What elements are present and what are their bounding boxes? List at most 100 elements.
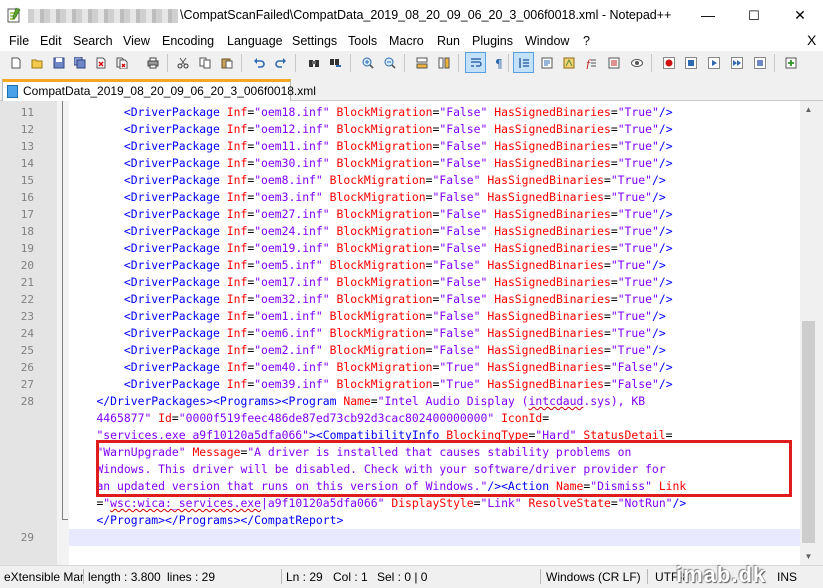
code-token: = [603, 326, 611, 340]
code-token: BlockMigration [336, 241, 433, 255]
status-eol[interactable]: Windows (CR LF) [546, 570, 641, 584]
code-token: BlockMigration [329, 190, 426, 204]
monitoring-icon[interactable] [628, 54, 644, 70]
code-line[interactable]: <DriverPackage Inf = "oem11.inf" BlockMigr… [69, 138, 673, 155]
code-line[interactable]: <DriverPackage Inf = "oem6.inf" BlockMigra… [69, 325, 666, 342]
status-line-number: Ln : 29 [286, 570, 323, 584]
code-token: "False" [432, 258, 481, 272]
redo-icon[interactable] [272, 54, 288, 70]
code-token: = [610, 139, 618, 153]
menu-window[interactable]: Window [525, 34, 569, 48]
save-all-icon[interactable] [71, 54, 87, 70]
menu-macro[interactable]: Macro [389, 34, 424, 48]
notepadplusplus-app-icon [7, 7, 21, 23]
plugin-icon[interactable] [782, 54, 798, 70]
code-token: BlockMigration [336, 224, 433, 238]
doc-map-icon[interactable] [560, 54, 576, 70]
code-token: = [610, 156, 618, 170]
function-list-icon[interactable]: f [582, 54, 598, 70]
code-token: Inf [226, 224, 248, 238]
code-token: HasSignedBinaries [487, 258, 604, 272]
record-macro-icon[interactable] [660, 54, 676, 70]
zoom-out-icon[interactable] [381, 54, 397, 70]
menu-file[interactable]: File [9, 34, 29, 48]
zoom-in-icon[interactable] [359, 54, 375, 70]
fold-margin[interactable] [57, 101, 69, 565]
code-line[interactable]: 4465877" Id="0000f519feec486de87ed73cb92… [69, 410, 549, 427]
find-icon[interactable] [305, 54, 321, 70]
code-line[interactable]: <DriverPackage Inf = "oem5.inf" BlockMigra… [69, 257, 666, 274]
undo-icon[interactable] [250, 54, 266, 70]
menu-search[interactable]: Search [73, 34, 113, 48]
menu-view[interactable]: View [123, 34, 150, 48]
code-line[interactable]: </Program></Programs></CompatReport> [69, 512, 343, 529]
cut-icon[interactable] [174, 54, 190, 70]
show-all-chars-icon[interactable]: ¶ [490, 54, 506, 70]
indent-guide-icon[interactable] [513, 52, 534, 73]
code-line[interactable]: </DriverPackages><Programs><Program Name… [69, 393, 645, 410]
paste-icon[interactable] [218, 54, 234, 70]
code-line[interactable]: <DriverPackage Inf = "oem8.inf" BlockMigra… [69, 172, 666, 189]
maximize-button[interactable]: ☐ [731, 0, 777, 31]
stop-macro-icon[interactable] [682, 54, 698, 70]
minimize-button[interactable]: — [685, 0, 731, 31]
folder-workspace-icon[interactable] [605, 54, 621, 70]
menu-edit[interactable]: Edit [40, 34, 62, 48]
code-line[interactable]: <DriverPackage Inf = "oem40.inf" BlockMigr… [69, 359, 673, 376]
code-line[interactable]: <DriverPackage Inf = "oem12.inf" BlockMigr… [69, 121, 673, 138]
menu-tools[interactable]: Tools [348, 34, 377, 48]
new-file-icon[interactable] [7, 54, 23, 70]
copy-icon[interactable] [196, 54, 212, 70]
code-line[interactable]: <DriverPackage Inf = "oem27.inf" BlockMigr… [69, 206, 673, 223]
menu-plugins[interactable]: Plugins [472, 34, 513, 48]
code-token: HasSignedBinaries [494, 241, 611, 255]
replace-icon[interactable] [327, 54, 343, 70]
code-token: "True" [610, 190, 652, 204]
sync-vertical-icon[interactable] [413, 54, 429, 70]
code-line[interactable]: <DriverPackage Inf = "oem1.inf" BlockMigra… [69, 308, 666, 325]
editor-area[interactable]: 11 <DriverPackage Inf = "oem18.inf" BlockM… [0, 101, 823, 565]
code-line[interactable]: <DriverPackage Inf = "oem39.inf" BlockMigr… [69, 376, 673, 393]
menu-language[interactable]: Language [227, 34, 283, 48]
scroll-up-arrow-icon[interactable]: ▲ [800, 101, 817, 118]
menu-encoding[interactable]: Encoding [162, 34, 214, 48]
code-token: <DriverPackage [123, 258, 220, 272]
close-window-button[interactable]: ✕ [777, 0, 823, 31]
code-line[interactable]: <DriverPackage Inf = "oem19.inf" BlockMigr… [69, 240, 673, 257]
open-file-icon[interactable] [28, 54, 44, 70]
scrollbar-thumb[interactable] [802, 321, 815, 543]
play-macro-icon[interactable] [705, 54, 721, 70]
code-token: BlockMigration [329, 343, 426, 357]
menu-settings[interactable]: Settings [292, 34, 337, 48]
code-line[interactable]: ="wsc:wica:_services.exe|a9f10120a5dfa06… [69, 495, 686, 512]
vertical-scrollbar[interactable]: ▲ ▼ [800, 101, 817, 565]
udl-icon[interactable] [538, 54, 554, 70]
status-insert-mode[interactable]: INS [777, 570, 797, 584]
menu-run[interactable]: Run [437, 34, 460, 48]
print-icon[interactable] [144, 54, 160, 70]
code-line[interactable]: <DriverPackage Inf = "oem17.inf" BlockMigr… [69, 274, 673, 291]
save-icon[interactable] [50, 54, 66, 70]
code-line[interactable]: <DriverPackage Inf = "oem32.inf" BlockMigr… [69, 291, 673, 308]
code-token: <DriverPackage [123, 190, 220, 204]
scroll-down-arrow-icon[interactable]: ▼ [800, 548, 817, 565]
code-token: <DriverPackage [123, 309, 220, 323]
code-line[interactable]: <DriverPackage Inf = "oem18.inf" BlockMigr… [69, 104, 673, 121]
code-token: "False" [432, 343, 481, 357]
word-wrap-icon[interactable] [465, 52, 486, 73]
code-line[interactable]: <DriverPackage Inf = "oem2.inf" BlockMigra… [69, 342, 666, 359]
close-document-button[interactable]: X [807, 32, 816, 48]
save-macro-icon[interactable] [751, 54, 767, 70]
close-icon[interactable] [92, 54, 108, 70]
run-macro-multiple-icon[interactable] [728, 54, 744, 70]
code-line[interactable]: <DriverPackage Inf = "oem3.inf" BlockMigra… [69, 189, 666, 206]
code-line[interactable]: <DriverPackage Inf = "oem24.inf" BlockMigr… [69, 223, 673, 240]
code-token: "oem18.inf" [254, 105, 330, 119]
document-tab[interactable]: CompatData_2019_08_20_09_06_20_3_006f001… [2, 79, 316, 101]
close-all-icon[interactable] [113, 54, 129, 70]
menu-help[interactable]: ? [583, 34, 590, 48]
code-token: = [603, 309, 611, 323]
code-line[interactable]: <DriverPackage Inf = "oem30.inf" BlockMigr… [69, 155, 673, 172]
sync-horizontal-icon[interactable] [435, 54, 451, 70]
